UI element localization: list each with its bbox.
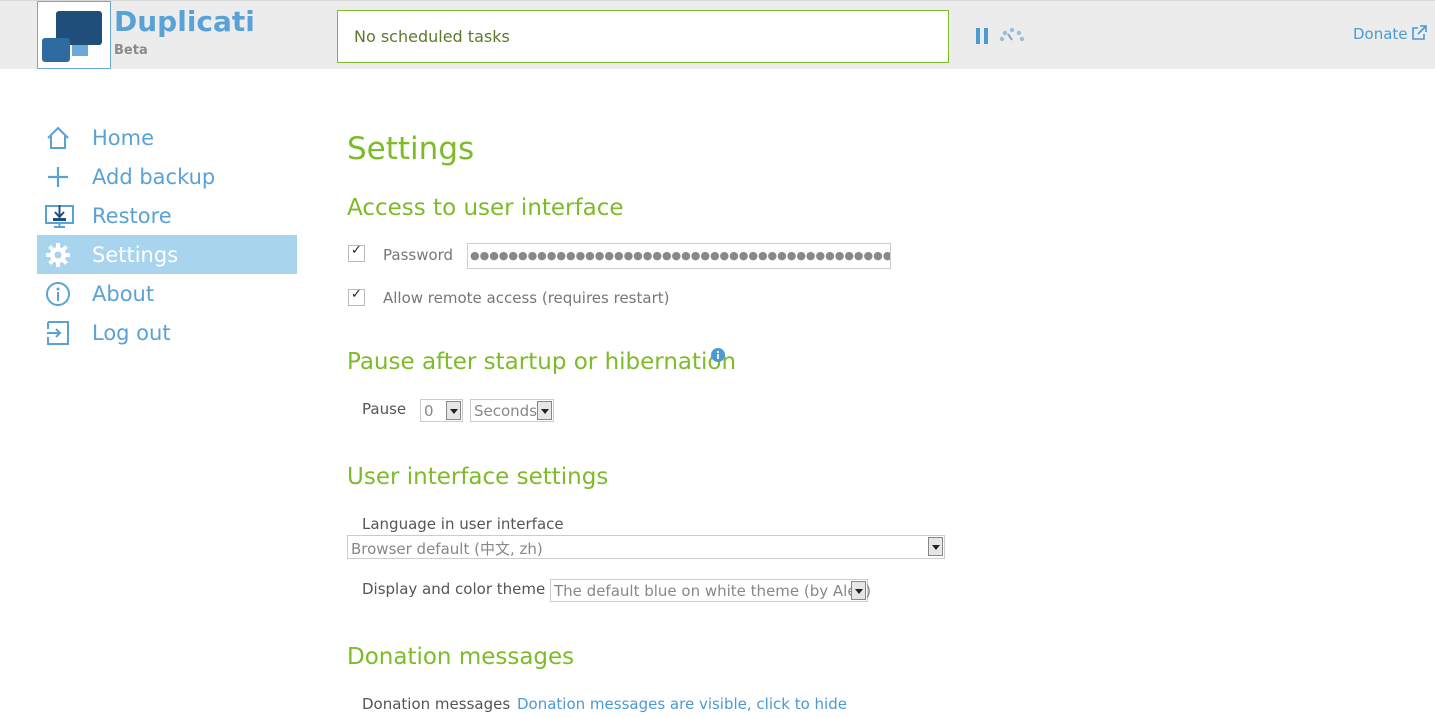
help-info-icon[interactable] xyxy=(711,347,725,366)
sidebar-item-label: Add backup xyxy=(92,165,216,189)
sidebar-item-home[interactable]: Home xyxy=(37,118,297,157)
brand-subtitle: Beta xyxy=(114,43,148,58)
top-bar: Duplicati Beta No scheduled tasks Donate xyxy=(0,0,1435,69)
remote-access-label: Allow remote access (requires restart) xyxy=(383,289,670,307)
section-donation-heading: Donation messages xyxy=(347,644,575,670)
section-ui-heading: User interface settings xyxy=(347,464,609,490)
language-label: Language in user interface xyxy=(362,515,564,533)
sidebar-item-label: Home xyxy=(92,126,155,150)
sidebar-item-label: Log out xyxy=(92,321,171,345)
theme-select[interactable]: The default blue on white theme (by Alex… xyxy=(550,579,871,602)
sidebar-item-label: Restore xyxy=(92,204,172,228)
duplicati-logo[interactable] xyxy=(37,1,111,69)
logout-icon xyxy=(45,320,71,346)
brand-title: Duplicati xyxy=(114,5,255,38)
sidebar-item-label: Settings xyxy=(92,243,179,267)
chevron-down-icon xyxy=(537,401,552,420)
sidebar-item-about[interactable]: About xyxy=(37,274,297,313)
external-link-icon xyxy=(1411,25,1427,45)
sidebar-item-restore[interactable]: Restore xyxy=(37,196,297,235)
donate-link[interactable]: Donate xyxy=(1353,25,1408,43)
info-icon xyxy=(45,281,71,307)
throttle-icon[interactable] xyxy=(998,27,1026,47)
sidebar-nav: Home Add backup Restore Settings About L… xyxy=(37,118,297,352)
status-text: No scheduled tasks xyxy=(354,27,510,46)
sidebar-item-label: About xyxy=(92,282,155,306)
plus-icon xyxy=(45,164,71,190)
sidebar-item-add-backup[interactable]: Add backup xyxy=(37,157,297,196)
checkmark-icon: ✓ xyxy=(351,243,362,258)
remote-access-checkbox[interactable]: ✓ xyxy=(348,287,365,306)
chevron-down-icon xyxy=(446,401,461,420)
theme-label: Display and color theme xyxy=(362,580,546,598)
section-access-heading: Access to user interface xyxy=(347,195,624,221)
password-field[interactable]: ●●●●●●●●●●●●●●●●●●●●●●●●●●●●●●●●●●●●●●●●… xyxy=(467,243,891,269)
password-label: Password xyxy=(383,246,454,264)
gear-icon xyxy=(45,242,71,268)
pause-amount-select[interactable]: 0 xyxy=(420,399,463,422)
language-select[interactable]: Browser default (中文, zh) xyxy=(347,535,945,559)
restore-icon xyxy=(45,203,74,229)
chevron-down-icon xyxy=(928,537,943,556)
page-title: Settings xyxy=(347,131,475,167)
pause-unit-select[interactable]: Seconds xyxy=(470,399,554,422)
chevron-down-icon xyxy=(851,581,866,600)
home-icon xyxy=(45,125,71,151)
section-pause-heading: Pause after startup or hibernation xyxy=(347,349,737,375)
sidebar-item-settings[interactable]: Settings xyxy=(37,235,297,274)
status-panel[interactable]: No scheduled tasks xyxy=(337,10,949,63)
pause-label: Pause xyxy=(362,400,407,418)
donation-toggle-link[interactable]: Donation messages are visible, click to … xyxy=(517,695,847,713)
password-checkbox[interactable]: ✓ xyxy=(348,243,365,262)
donation-label: Donation messages xyxy=(362,695,511,713)
checkmark-icon: ✓ xyxy=(351,287,362,302)
sidebar-item-logout[interactable]: Log out xyxy=(37,313,297,352)
pause-icon[interactable] xyxy=(975,28,989,48)
